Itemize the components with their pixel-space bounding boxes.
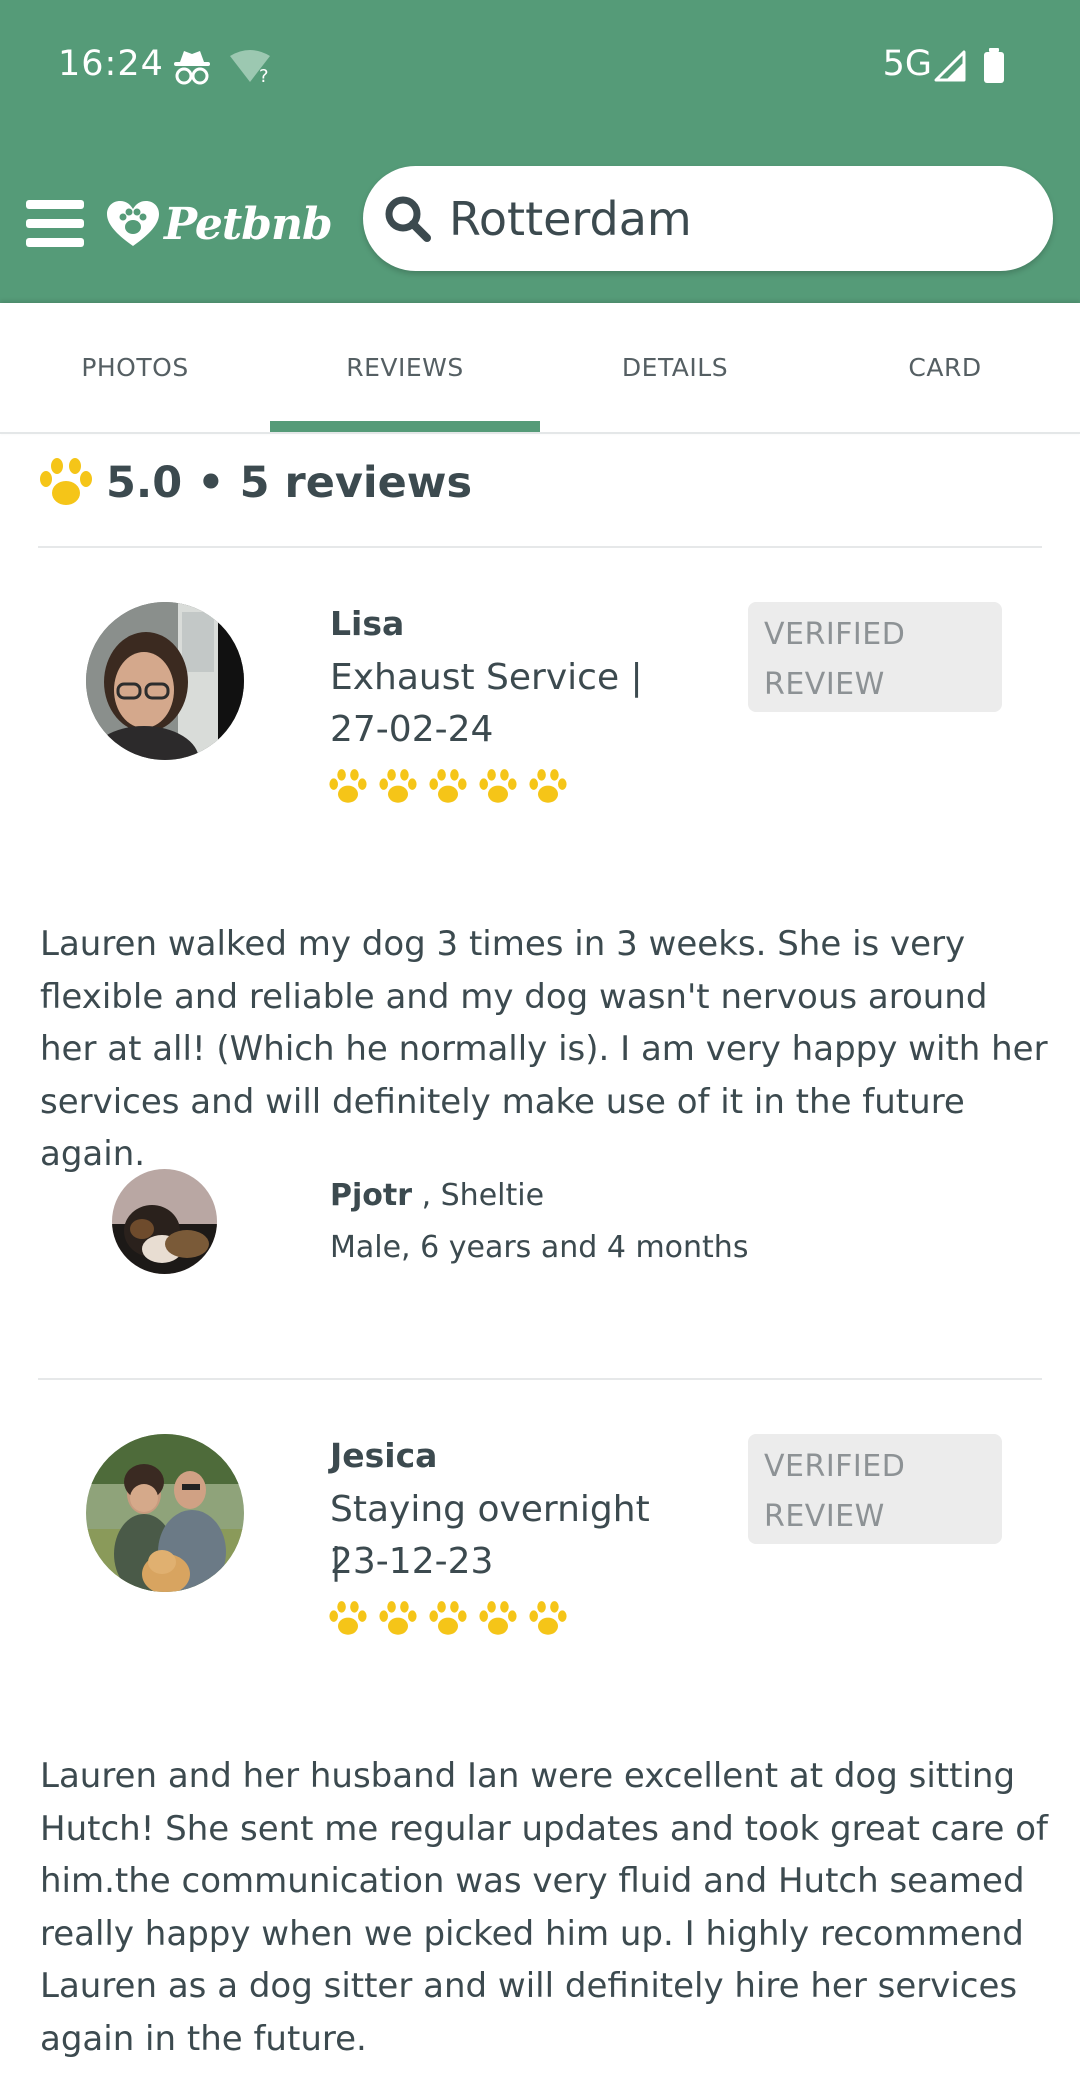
- reviewer-name: Lisa: [330, 604, 405, 643]
- reviewer-name: Jesica: [330, 1436, 438, 1475]
- tab-reviews[interactable]: REVIEWS: [270, 303, 540, 432]
- pet-avatar: [112, 1169, 217, 1274]
- logo-text: Petbnb: [164, 198, 333, 250]
- paw-icon: [379, 769, 417, 803]
- paw-icon: [479, 1601, 517, 1635]
- signal-icon: [934, 50, 966, 82]
- search-icon: [385, 196, 431, 242]
- pet-name-breed: Pjotr , Sheltie: [330, 1178, 544, 1213]
- hamburger-icon[interactable]: [26, 200, 84, 248]
- svg-text:?: ?: [259, 66, 269, 84]
- badge-line-1: VERIFIED: [764, 617, 906, 652]
- tab-photos[interactable]: PHOTOS: [0, 303, 270, 432]
- pet-details: Male, 6 years and 4 months: [330, 1230, 749, 1265]
- heart-paw-icon: [107, 201, 159, 246]
- rating-paws: [328, 1600, 568, 1638]
- review-date: 27-02-24: [330, 709, 494, 750]
- search-value[interactable]: Rotterdam: [449, 192, 692, 246]
- review-text: Lauren walked my dog 3 times in 3 weeks.…: [40, 924, 1048, 1174]
- badge-line-2: REVIEW: [764, 1499, 885, 1534]
- paw-icon: [329, 769, 367, 803]
- section-tabs: PHOTOS REVIEWS DETAILS CARD: [0, 303, 1080, 434]
- paw-icon: [329, 1601, 367, 1635]
- review-date: 23-12-23: [330, 1541, 494, 1582]
- rating-summary: 5.0 • 5 reviews: [38, 450, 472, 516]
- wifi-unknown-icon: ?: [230, 50, 270, 84]
- petbnb-logo[interactable]: Petbnb: [106, 196, 333, 252]
- review-text: Lauren and her husband Ian were excellen…: [40, 1756, 1048, 2059]
- pet-breed: , Sheltie: [412, 1178, 545, 1213]
- tab-card[interactable]: CARD: [810, 303, 1080, 432]
- paw-icon: [429, 769, 467, 803]
- verified-review-badge: VERIFIED REVIEW: [748, 602, 1002, 712]
- paw-icon: [379, 1601, 417, 1635]
- reviewer-avatar: [86, 602, 244, 760]
- battery-icon: [984, 48, 1004, 83]
- status-time: 16:24: [58, 44, 164, 84]
- app-header: 16:24 ? 5G Petbnb Rotterdam: [0, 0, 1080, 303]
- tab-details[interactable]: DETAILS: [540, 303, 810, 432]
- pet-name: Pjotr: [330, 1178, 413, 1213]
- rating-summary-text: 5.0 • 5 reviews: [106, 458, 473, 508]
- incognito-icon: [174, 51, 210, 85]
- divider: [38, 546, 1042, 548]
- reviewer-service: Exhaust Service |: [330, 657, 643, 698]
- reviewer-avatar: [86, 1434, 244, 1592]
- badge-line-1: VERIFIED: [764, 1449, 906, 1484]
- verified-review-badge: VERIFIED REVIEW: [748, 1434, 1002, 1544]
- badge-line-2: REVIEW: [764, 667, 885, 702]
- rating-paws: [328, 768, 568, 806]
- paw-icon: [40, 458, 92, 505]
- paw-icon: [529, 769, 567, 803]
- divider: [38, 1378, 1042, 1380]
- paw-icon: [479, 769, 517, 803]
- network-type: 5G: [882, 44, 932, 84]
- paw-icon: [429, 1601, 467, 1635]
- paw-icon: [529, 1601, 567, 1635]
- search-bar[interactable]: Rotterdam: [363, 166, 1053, 271]
- active-tab-indicator: [270, 421, 540, 432]
